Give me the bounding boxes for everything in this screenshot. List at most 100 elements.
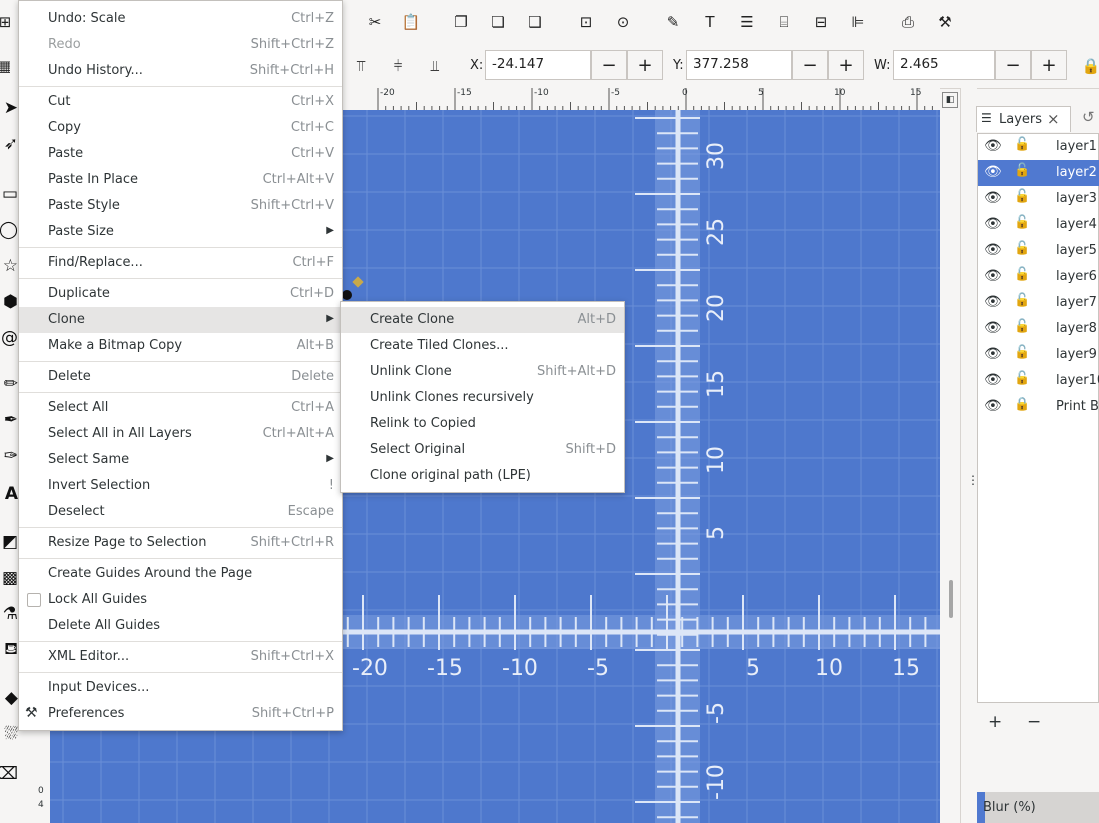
eye-icon[interactable]: 👁 — [984, 242, 1002, 258]
y-increment-button[interactable]: + — [828, 50, 864, 80]
vertical-scrollbar[interactable] — [940, 110, 960, 823]
layers-icon[interactable]: ☰ — [736, 11, 758, 33]
menu-item-redo[interactable]: Redo Shift+Ctrl+Z — [19, 32, 342, 58]
y-decrement-button[interactable]: − — [792, 50, 828, 80]
unlock-icon[interactable]: 🔓 — [1014, 189, 1030, 204]
undo-history-tab-icon[interactable]: ↺ — [1082, 108, 1095, 126]
new-document-icon[interactable]: ⊞ — [0, 11, 10, 33]
x-decrement-button[interactable]: − — [591, 50, 627, 80]
layer-name[interactable]: layer10 — [1056, 373, 1099, 388]
add-layer-button[interactable]: + — [988, 712, 1002, 732]
menu-item-select-same[interactable]: Select Same ▶ — [19, 447, 342, 473]
layer-row[interactable]: 👁 🔓 layer8 — [978, 316, 1099, 342]
text-tool-icon[interactable]: A — [0, 480, 18, 508]
clipboard-icon[interactable]: 📋 — [400, 11, 422, 33]
menu-item-clone-lpe[interactable]: Clone original path (LPE) — [341, 463, 624, 489]
layer-row[interactable]: 👁 🔒 Print Bo — [978, 394, 1099, 420]
menu-item-invert-selection[interactable]: Invert Selection! — [19, 473, 342, 499]
unlock-icon[interactable]: 🔓 — [1014, 137, 1030, 152]
paint-bucket-tool-icon[interactable]: ⛾ — [0, 636, 18, 664]
menu-item-paste-style[interactable]: Paste Style Shift+Ctrl+V — [19, 193, 342, 219]
eye-icon[interactable]: 👁 — [984, 372, 1002, 388]
scissors-icon[interactable]: ✂ — [364, 11, 386, 33]
x-increment-button[interactable]: + — [627, 50, 663, 80]
objects-icon[interactable]: ⊟ — [810, 11, 832, 33]
spray-tool-icon[interactable]: ⛆ — [0, 720, 18, 748]
node-tool-icon[interactable]: ➶ — [0, 130, 18, 158]
menu-item-unlink-recursive[interactable]: Unlink Clones recursively — [341, 385, 624, 411]
w-decrement-button[interactable]: − — [995, 50, 1031, 80]
menu-item-paste-size[interactable]: Paste Size ▶ — [19, 219, 342, 245]
layer-name[interactable]: Print Bo — [1056, 399, 1099, 414]
3d-box-tool-icon[interactable]: ⬢ — [0, 288, 18, 316]
text-font-icon[interactable]: T — [699, 11, 721, 33]
lock-icon[interactable]: 🔒 — [1014, 397, 1030, 412]
selected-object[interactable] — [342, 290, 352, 300]
layer-row[interactable]: 👁 🔓 layer10 — [978, 368, 1099, 394]
tweak-tool-icon[interactable]: ◆ — [0, 684, 18, 712]
eye-icon[interactable]: 👁 — [984, 294, 1002, 310]
fill-stroke-icon[interactable]: ✎ — [662, 11, 684, 33]
layer-name[interactable]: layer9 — [1056, 347, 1097, 362]
tab-layers[interactable]: ☰ Layers × — [976, 106, 1071, 132]
layer-row[interactable]: 👁 🔓 layer5 — [978, 238, 1099, 264]
align-icon[interactable]: ⊫ — [847, 11, 869, 33]
menu-item-lock-guides[interactable]: Lock All Guides — [19, 587, 342, 613]
menu-item-create-guides[interactable]: Create Guides Around the Page — [19, 561, 342, 587]
menu-item-preferences[interactable]: ⚒ Preferences Shift+Ctrl+P — [19, 701, 342, 727]
menu-item-delete-guides[interactable]: Delete All Guides — [19, 613, 342, 639]
menu-item-unlink-clone[interactable]: Unlink Clone Shift+Alt+D — [341, 359, 624, 385]
selector-tool-icon[interactable]: ➤ — [0, 94, 18, 122]
layer-row[interactable]: 👁 🔓 layer1 — [978, 134, 1099, 160]
group-icon[interactable]: ⊡ — [575, 11, 597, 33]
menu-item-duplicate[interactable]: Duplicate Ctrl+D — [19, 281, 342, 307]
rectangle-tool-icon[interactable]: ▭ — [0, 180, 18, 208]
dropper-tool-icon[interactable]: ⚗ — [0, 600, 18, 628]
unlock-icon[interactable]: 🔓 — [1014, 319, 1030, 334]
ellipse-tool-icon[interactable]: ◯ — [0, 216, 18, 244]
unlink-clone-icon[interactable]: ❑ — [524, 11, 546, 33]
eye-icon[interactable]: 👁 — [984, 398, 1002, 414]
eye-icon[interactable]: 👁 — [984, 164, 1002, 180]
duplicate-icon[interactable]: ❐ — [450, 11, 472, 33]
y-input[interactable]: 377.258 — [686, 50, 792, 80]
align-top-icon[interactable]: ⫪ — [350, 55, 372, 77]
gradient-tool-icon[interactable]: ◩ — [0, 528, 18, 556]
xml-editor-icon[interactable]: ⌸ — [773, 11, 795, 33]
layer-name[interactable]: layer2 — [1056, 165, 1097, 180]
menu-item-clone[interactable]: Clone ▶ — [19, 307, 342, 333]
selection-options-icon[interactable]: ▦ — [0, 55, 10, 77]
menu-item-deselect[interactable]: Deselect Escape — [19, 499, 342, 525]
layer-row[interactable]: 👁 🔓 layer6 — [978, 264, 1099, 290]
menu-item-paste[interactable]: Paste Ctrl+V — [19, 141, 342, 167]
menu-item-copy[interactable]: Copy Ctrl+C — [19, 115, 342, 141]
eye-icon[interactable]: 👁 — [984, 216, 1002, 232]
layer-name[interactable]: layer1 — [1056, 139, 1097, 154]
menu-item-relink[interactable]: Relink to Copied — [341, 411, 624, 437]
calligraphy-tool-icon[interactable]: ✑ — [0, 442, 18, 470]
preferences-icon[interactable]: ⚒ — [934, 11, 956, 33]
align-middle-icon[interactable]: ⫩ — [387, 55, 409, 77]
layer-name[interactable]: layer4 — [1056, 217, 1097, 232]
unlock-icon[interactable]: 🔓 — [1014, 215, 1030, 230]
menu-item-bitmap-copy[interactable]: Make a Bitmap Copy Alt+B — [19, 333, 342, 359]
layer-row[interactable]: 👁 🔓 layer2 — [978, 160, 1099, 186]
align-bottom-icon[interactable]: ⫫ — [424, 55, 446, 77]
zoom-corner-button[interactable]: ◧ — [942, 92, 958, 108]
menu-item-cut[interactable]: Cut Ctrl+X — [19, 89, 342, 115]
unlock-icon[interactable]: 🔓 — [1014, 267, 1030, 282]
menu-item-select-original[interactable]: Select Original Shift+D — [341, 437, 624, 463]
menu-item-tiled-clones[interactable]: Create Tiled Clones... — [341, 333, 624, 359]
eye-icon[interactable]: 👁 — [984, 320, 1002, 336]
layer-name[interactable]: layer7 — [1056, 295, 1097, 310]
menu-item-delete[interactable]: Delete Delete — [19, 364, 342, 390]
spiral-tool-icon[interactable]: @ — [0, 324, 18, 352]
layer-name[interactable]: layer8 — [1056, 321, 1097, 336]
unlock-icon[interactable]: 🔓 — [1014, 345, 1030, 360]
remove-layer-button[interactable]: − — [1027, 712, 1041, 732]
unlock-icon[interactable]: 🔓 — [1014, 371, 1030, 386]
menu-item-resize-page[interactable]: Resize Page to Selection Shift+Ctrl+R — [19, 530, 342, 556]
eye-icon[interactable]: 👁 — [984, 190, 1002, 206]
layer-row[interactable]: 👁 🔓 layer4 — [978, 212, 1099, 238]
close-icon[interactable]: × — [1047, 110, 1060, 128]
